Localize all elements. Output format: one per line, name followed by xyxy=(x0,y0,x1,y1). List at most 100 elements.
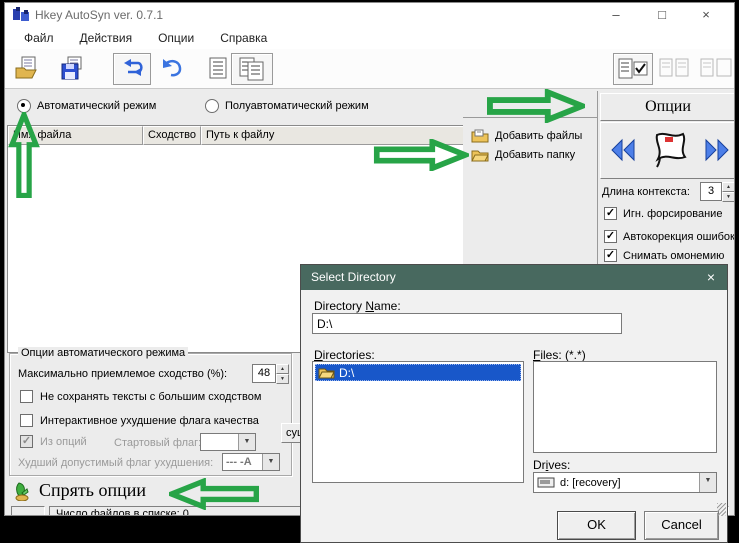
add-folder-button[interactable]: Добавить папку xyxy=(471,148,575,162)
window-title: Hkey AutoSyn ver. 0.7.1 xyxy=(35,8,164,22)
open-icon xyxy=(15,56,37,79)
worst-flag-combo[interactable]: --- -A ▼ xyxy=(222,453,280,471)
directory-item-selected[interactable]: D:\ xyxy=(315,364,521,381)
flag-icon[interactable] xyxy=(643,129,693,171)
options-header-label: Опции xyxy=(645,98,691,115)
interactive-worsening-label: Интерактивное ухудшение флага качества xyxy=(40,414,259,427)
column-header-similarity[interactable]: Сходство xyxy=(143,126,201,145)
menu-bar: Файл Действия Опции Справка xyxy=(5,27,734,49)
sync-button[interactable] xyxy=(113,53,151,85)
annotation-arrow-left-icon xyxy=(169,478,259,510)
dialog-titlebar: Select Directory xyxy=(301,265,727,290)
checkbox-no-save-similar[interactable]: Не сохранять тексты с большим сходством xyxy=(20,390,261,403)
directory-name-label: Directory Name: xyxy=(314,299,401,313)
disabled-lists-icon xyxy=(659,58,689,77)
homonymy-label: Снимать омонемию xyxy=(623,249,725,262)
radio-semi-label: Полуавтоматический режим xyxy=(225,100,369,112)
spin-down-icon[interactable]: ▼ xyxy=(276,374,289,384)
add-files-label: Добавить файлы xyxy=(495,130,583,142)
worst-flag-label: Худший допустимый флаг ухудшения: xyxy=(18,457,214,469)
context-length-stepper[interactable]: 3 ▲ ▼ xyxy=(700,182,734,202)
undo-button[interactable] xyxy=(155,53,189,83)
prev-flag-icon[interactable] xyxy=(609,137,637,163)
start-flag-combo[interactable]: ▼ xyxy=(200,433,256,451)
hide-options-button[interactable]: Спрять опции xyxy=(13,480,146,501)
screen: Hkey AutoSyn ver. 0.7.1 – □ × Файл Дейст… xyxy=(0,0,739,543)
single-list-button[interactable] xyxy=(201,53,235,83)
dialog-close-button[interactable]: × xyxy=(695,265,727,290)
list-check-button[interactable] xyxy=(613,53,653,85)
sync-icon xyxy=(124,59,143,76)
no-save-similar-label: Не сохранять тексты с большим сходством xyxy=(40,390,262,403)
disabled-lists-button-2[interactable] xyxy=(699,53,734,83)
close-icon: × xyxy=(702,7,710,22)
dropdown-icon: ▼ xyxy=(238,434,255,450)
checkbox-empty-icon xyxy=(20,414,33,427)
radio-semi-mode[interactable]: Полуавтоматический режим xyxy=(205,99,369,113)
next-flag-icon[interactable] xyxy=(703,137,731,163)
drives-combo[interactable]: d: [recovery] ▼ xyxy=(533,472,717,493)
undo-icon xyxy=(163,59,182,77)
directories-listbox[interactable]: D:\ xyxy=(312,361,524,483)
check-icon: ✓ xyxy=(20,435,33,448)
maximize-icon: □ xyxy=(658,7,666,22)
save-button[interactable] xyxy=(55,53,89,83)
radio-auto-mode[interactable]: Автоматический режим xyxy=(17,99,156,113)
cancel-button[interactable]: Cancel xyxy=(644,511,719,540)
add-files-button[interactable]: Добавить файлы xyxy=(471,129,582,143)
annotation-arrow-right-icon xyxy=(373,139,469,171)
drives-label: Drives: xyxy=(533,458,571,472)
multi-list-button[interactable] xyxy=(231,53,273,85)
options-header-button[interactable]: Опции xyxy=(600,93,734,121)
directory-name-input[interactable]: D:\ xyxy=(312,313,622,334)
hide-options-icon xyxy=(15,481,29,501)
checkbox-from-options[interactable]: ✓ Из опций xyxy=(20,435,87,448)
worst-flag-value: --- -A xyxy=(226,456,252,468)
check-icon: ✓ xyxy=(604,230,617,243)
spin-up-icon[interactable]: ▲ xyxy=(722,182,734,192)
radio-semi-icon xyxy=(205,99,219,113)
status-segment xyxy=(11,506,45,515)
checkbox-interactive-worsening[interactable]: Интерактивное ухудшение флага качества xyxy=(20,414,259,427)
add-folder-label: Добавить папку xyxy=(495,149,576,161)
spin-up-icon[interactable]: ▲ xyxy=(276,364,289,374)
checkbox-homonymy[interactable]: ✓ Снимать омонемию xyxy=(604,249,724,262)
menu-actions[interactable]: Действия xyxy=(71,29,142,47)
context-length-label: Длина контекста: xyxy=(602,186,690,198)
check-icon: ✓ xyxy=(604,207,617,220)
hide-options-label: Спрять опции xyxy=(39,480,147,500)
dialog-title: Select Directory xyxy=(311,270,396,284)
list-check-icon xyxy=(618,58,648,79)
files-listbox[interactable] xyxy=(533,361,717,453)
autocorrect-label: Автокорекция ошибок xyxy=(623,230,735,243)
drive-value: d: [recovery] xyxy=(560,476,621,489)
documents-icon xyxy=(239,57,264,81)
close-button[interactable]: × xyxy=(684,3,728,27)
spin-down-icon[interactable]: ▼ xyxy=(722,192,734,202)
context-length-value: 3 xyxy=(700,182,722,201)
open-folder-icon xyxy=(318,368,335,379)
open-button[interactable] xyxy=(11,53,45,83)
similarity-stepper[interactable]: 48 ▲ ▼ xyxy=(252,364,289,384)
ok-button[interactable]: OK xyxy=(557,511,636,540)
menu-file[interactable]: Файл xyxy=(15,29,63,47)
flag-nav-box xyxy=(600,122,734,179)
maximize-button[interactable]: □ xyxy=(640,3,684,27)
checkbox-empty-icon xyxy=(20,390,33,403)
minimize-icon: – xyxy=(612,7,620,22)
annotation-arrow-right-icon xyxy=(487,89,585,123)
start-flag-label: Стартовый флаг: xyxy=(114,437,202,449)
menu-options[interactable]: Опции xyxy=(149,29,203,47)
disabled-lists-button[interactable] xyxy=(655,53,695,83)
menu-help[interactable]: Справка xyxy=(211,29,276,47)
save-icon xyxy=(61,56,82,80)
minimize-button[interactable]: – xyxy=(594,3,638,27)
check-icon: ✓ xyxy=(604,249,617,262)
titlebar: Hkey AutoSyn ver. 0.7.1 – □ × xyxy=(5,3,734,27)
checkbox-autocorrect[interactable]: ✓ Автокорекция ошибок xyxy=(604,230,735,243)
similarity-label: Максимально приемлемое сходство (%): xyxy=(18,368,228,380)
resize-grip[interactable] xyxy=(717,503,726,516)
cancel-label: Cancel xyxy=(661,517,702,532)
similarity-value: 48 xyxy=(252,364,276,383)
checkbox-ignore-forcing[interactable]: ✓ Игн. форсирование xyxy=(604,207,722,220)
